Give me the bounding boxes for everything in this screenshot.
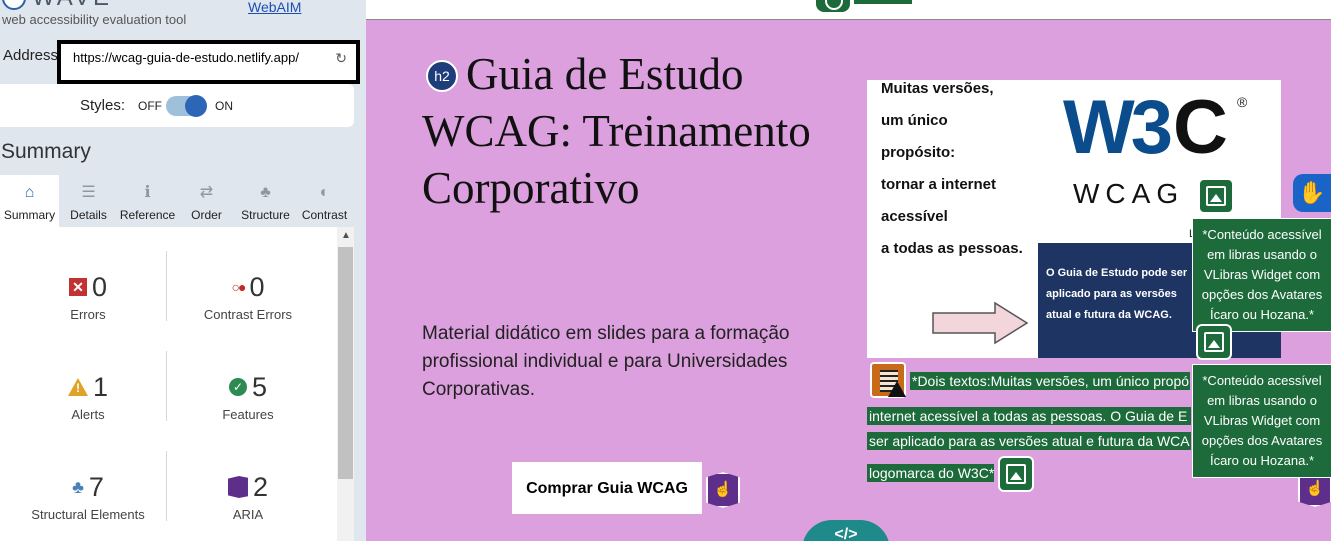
stat-errors[interactable]: ✕ 0 Errors xyxy=(8,271,168,322)
contrast-errors-label: Contrast Errors xyxy=(203,307,293,322)
alt-text-tooltip: *Conteúdo acessível em libras usando o V… xyxy=(1192,364,1331,478)
h2-icon[interactable]: h2 xyxy=(426,60,458,92)
tab-reference[interactable]: ℹ Reference xyxy=(118,175,177,227)
contrast-error-icon: ○● xyxy=(231,279,247,295)
stat-aria[interactable]: 2 ARIA xyxy=(168,471,328,522)
image-feature-icon[interactable] xyxy=(1198,178,1234,214)
tab-summary-label: Summary xyxy=(3,208,56,222)
errors-label: Errors xyxy=(70,307,106,322)
alt-text-strip: ser aplicado para as versões atual e fut… xyxy=(867,432,1191,450)
address-value[interactable]: https://wcag-guia-de-estudo.netlify.app/ xyxy=(73,50,299,65)
styles-label: Styles: xyxy=(80,97,126,114)
scroll-thumb[interactable] xyxy=(338,247,353,479)
contrast-errors-count: 0 xyxy=(249,272,265,302)
stat-alerts[interactable]: 1 Alerts xyxy=(8,371,168,422)
list-icon: ☰ xyxy=(81,184,96,201)
reload-icon[interactable]: ↻ xyxy=(335,50,347,67)
wave-title: WAVE xyxy=(32,0,112,12)
aria-icon[interactable]: ☝ xyxy=(706,472,740,508)
aria-icon xyxy=(227,476,248,498)
wave-tabs: ⌂ Summary ☰ Details ℹ Reference ⇄ Order … xyxy=(0,175,354,227)
info-icon: ℹ xyxy=(144,184,151,201)
summary-title: Summary xyxy=(1,140,91,163)
order-icon: ⇄ xyxy=(199,184,214,201)
image-text-line: tornar a internet xyxy=(881,176,997,193)
feature-check-icon: ✓ xyxy=(228,378,247,396)
errors-count: 0 xyxy=(91,272,108,302)
contrast-icon: ◐ xyxy=(319,184,330,201)
buy-guide-button[interactable]: Comprar Guia WCAG xyxy=(512,462,702,514)
panel-scrollbar[interactable]: ▲ xyxy=(337,227,354,541)
wave-sidebar: WAVE web accessibility evaluation tool W… xyxy=(0,0,366,541)
styles-off-label: OFF xyxy=(138,99,162,113)
image-text-line: a todas as pessoas. xyxy=(881,240,1023,257)
tab-order-label: Order xyxy=(191,208,222,222)
address-label: Address: xyxy=(3,47,63,64)
alt-text-strip: internet acessível a todas as pessoas. O… xyxy=(867,407,1191,425)
page-heading: Guia de Estudo WCAG: Treinamento Corpora… xyxy=(422,49,811,213)
styles-toggle-knob[interactable] xyxy=(185,95,207,117)
tab-order[interactable]: ⇄ Order xyxy=(177,175,236,227)
tab-structure[interactable]: ♣ Structure xyxy=(236,175,295,227)
alt-text-tooltip: *Conteúdo acessível em libras usando o V… xyxy=(1192,218,1331,332)
structural-label: Structural Elements xyxy=(31,507,145,522)
alt-text-strip: *Dois textos:Muitas versões, um único pr… xyxy=(910,372,1190,390)
alt-text-strip: logomarca do W3C* xyxy=(867,464,994,482)
address-field[interactable]: https://wcag-guia-de-estudo.netlify.app/… xyxy=(57,40,360,84)
alerts-count: 1 xyxy=(92,372,109,402)
feature-bar xyxy=(854,0,912,4)
error-icon: ✕ xyxy=(68,278,87,296)
aria-label: ARIA xyxy=(232,507,264,522)
page-description: Material didático em slides para a forma… xyxy=(422,323,790,400)
image-text-line: acessível xyxy=(881,208,948,225)
wave-tagline: web accessibility evaluation tool xyxy=(2,12,187,27)
stat-features[interactable]: ✓ 5 Features xyxy=(168,371,328,422)
page-topbar xyxy=(366,0,1331,20)
styles-row: Styles: OFF ON xyxy=(0,84,354,127)
webaim-link[interactable]: WebAIM xyxy=(248,0,301,15)
styles-toggle[interactable] xyxy=(166,95,207,117)
page-content: Guia de Estudo WCAG: Treinamento Corpora… xyxy=(366,0,1331,541)
tab-contrast-label: Contrast xyxy=(301,208,348,222)
home-icon: ⌂ xyxy=(24,184,35,201)
stat-structural[interactable]: ♣ 7 Structural Elements xyxy=(8,471,168,522)
aria-count: 2 xyxy=(252,472,269,502)
structure-icon: ♣ xyxy=(260,184,271,201)
image-text-line: Muitas versões, xyxy=(881,80,994,97)
tab-structure-label: Structure xyxy=(241,208,290,222)
w3c-logo-c: C xyxy=(1173,85,1228,170)
alerts-label: Alerts xyxy=(71,407,105,422)
image-text-line: propósito: xyxy=(881,144,956,161)
image-feature-icon[interactable] xyxy=(1196,324,1232,360)
features-label: Features xyxy=(222,407,274,422)
arrow-right-icon xyxy=(932,301,1029,345)
w3c-logo: W3 xyxy=(1063,85,1173,170)
registered-mark: ® xyxy=(1237,94,1248,110)
styles-on-label: ON xyxy=(215,99,233,113)
structural-count: 7 xyxy=(88,472,104,502)
alert-triangle-icon xyxy=(888,381,906,397)
features-count: 5 xyxy=(251,372,268,402)
image-text-line: um único xyxy=(881,112,948,129)
wave-logo-icon xyxy=(2,0,26,10)
alert-icon xyxy=(67,378,88,396)
summary-panel: ✕0 Errors ○●0 Contrast Errors 1 Alerts ✓… xyxy=(0,227,354,541)
code-icon[interactable]: </> xyxy=(802,520,890,541)
image-info-text: O Guia de Estudo pode ser aplicado para … xyxy=(1046,267,1188,321)
scroll-up-icon[interactable]: ▲ xyxy=(341,230,351,241)
image-feature-icon[interactable] xyxy=(998,456,1034,492)
structure-icon: ♣ xyxy=(72,477,84,497)
tab-summary[interactable]: ⌂ Summary xyxy=(0,175,59,227)
tab-reference-label: Reference xyxy=(119,208,176,222)
stat-contrast-errors[interactable]: ○● 0 Contrast Errors xyxy=(168,271,328,322)
feature-icon[interactable] xyxy=(816,0,850,12)
vlibras-hand-icon[interactable]: ✋ xyxy=(1293,174,1331,212)
tab-details-label: Details xyxy=(70,208,107,222)
tab-details[interactable]: ☰ Details xyxy=(59,175,118,227)
tab-contrast[interactable]: ◐ Contrast xyxy=(295,175,354,227)
